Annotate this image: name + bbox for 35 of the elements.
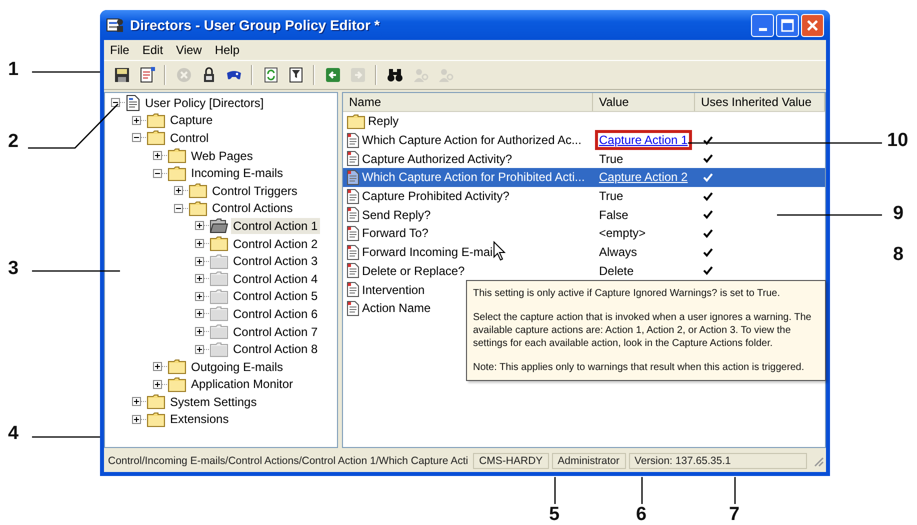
setting-name: Which Capture Action for Authorized Ac... — [362, 133, 582, 148]
setting-name: Delete or Replace? — [362, 264, 465, 278]
server-name: CMS-HARDY — [473, 453, 549, 469]
tooltip-text: This setting is only active if Capture Ignored Warnings? is set to True. — [473, 287, 781, 300]
tooltip-text: Note: This applies only to warnings that result when this action is triggered. — [473, 361, 806, 374]
callout-number: 5 — [549, 505, 560, 525]
setting-name: Capture Prohibited Activity? — [362, 189, 510, 204]
setting-name: Action Name — [362, 301, 431, 316]
tooltip-text: Select the capture action that is invoked when a user ignores a warning. The available capture actions are: Action 1, Action 2, or Action 3. To view the settings for each available action, look in the Capture Actions folder. — [473, 311, 812, 350]
setting-name: Reply — [368, 114, 399, 128]
callout-number: 1 — [8, 60, 19, 80]
setting-value: True — [598, 152, 624, 166]
callout-number: 6 — [636, 505, 647, 525]
callout-number: 4 — [8, 424, 19, 444]
callout-number: 9 — [893, 204, 904, 224]
setting-value: False — [598, 208, 630, 222]
callout-number: 3 — [8, 259, 19, 279]
setting-name: Forward To? — [362, 226, 428, 240]
callout-number: 7 — [729, 505, 740, 525]
setting-name: Which Capture Action for Prohibited Acti... — [362, 170, 585, 184]
setting-name: Capture Authorized Activity? — [362, 152, 512, 166]
user-role: Administrator — [552, 453, 626, 469]
version-label: Version: 137.65.35.1 — [628, 453, 807, 469]
setting-name: Send Reply? — [362, 208, 431, 222]
callout-number: 10 — [887, 131, 908, 151]
setting-value: <empty> — [598, 226, 647, 240]
setting-value: Delete — [598, 264, 635, 278]
window-title: Directors - User Group Policy Editor * — [130, 17, 381, 33]
status-path: Control/Incoming E-mails/Control Actions/Control Action 1/Which Capture Acti — [107, 455, 470, 467]
setting-name: Intervention — [362, 282, 425, 297]
setting-value: Always — [598, 245, 638, 260]
setting-value: True — [598, 189, 624, 204]
callout-number: 2 — [8, 132, 19, 152]
callout-number: 8 — [893, 245, 904, 265]
setting-name: Forward Incoming E-mai — [362, 245, 493, 260]
